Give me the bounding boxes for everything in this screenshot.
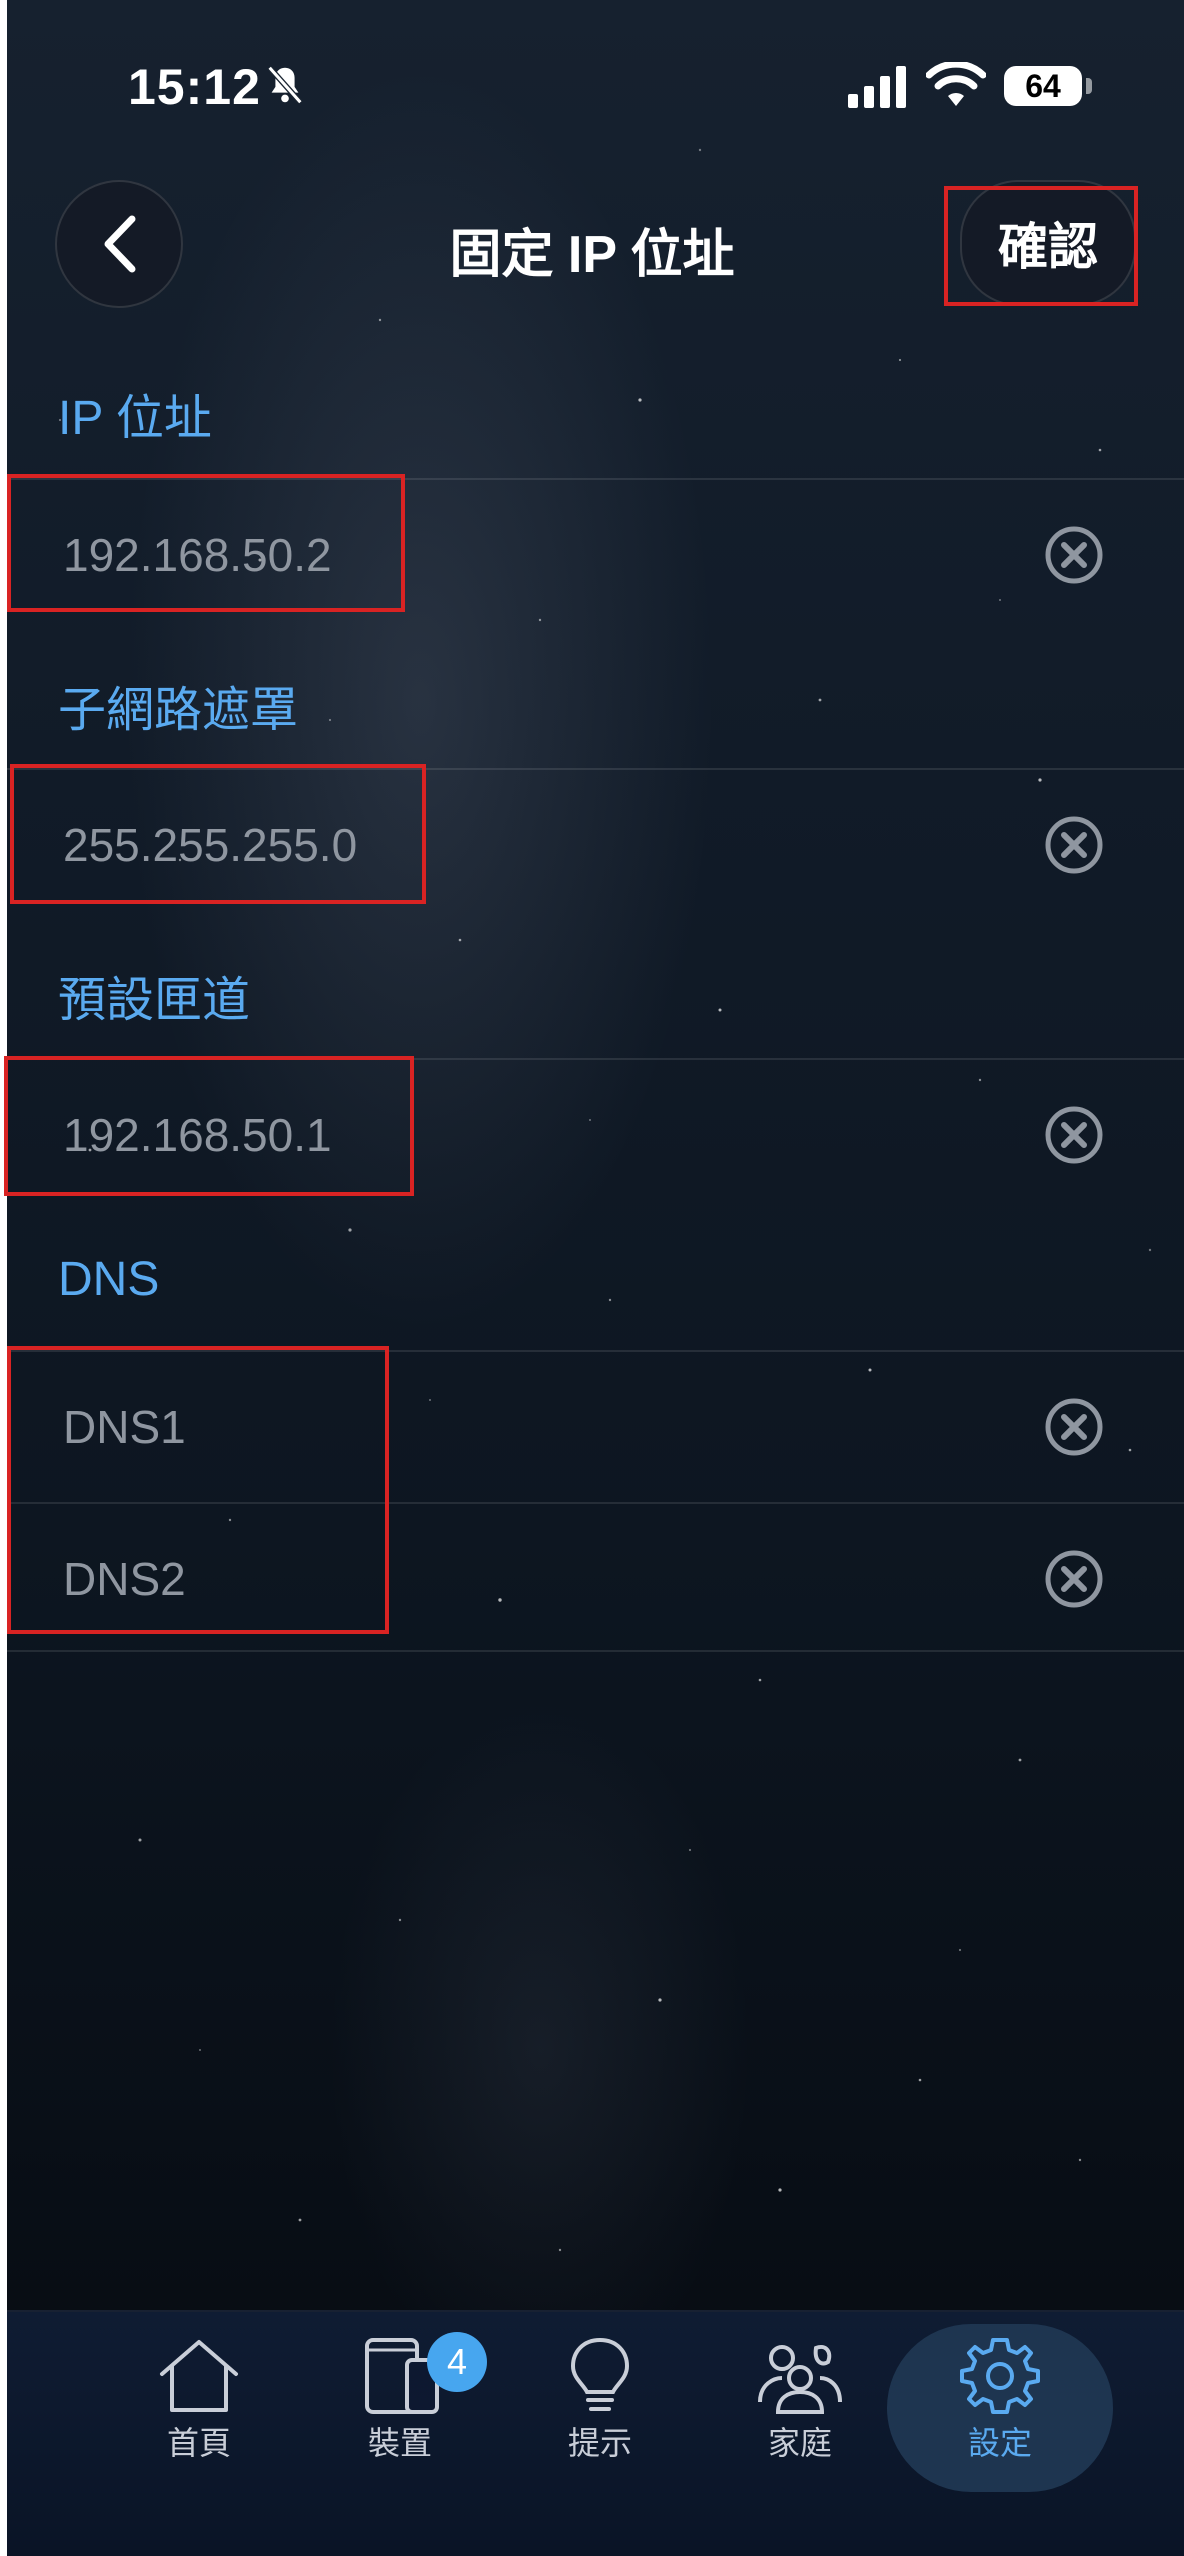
- dns1-input[interactable]: [63, 1392, 963, 1462]
- bottom-tab-bar: 首頁 裝置 提示 家庭 設定 4: [7, 2310, 1184, 2556]
- bell-muted-icon: [267, 65, 303, 105]
- family-icon: [758, 2345, 842, 2414]
- tab-home[interactable]: 首頁: [124, 2336, 274, 2486]
- dns2-input[interactable]: [63, 1544, 963, 1614]
- tab-tips-label: 提示: [567, 2425, 632, 2461]
- tab-family[interactable]: 家庭: [725, 2336, 875, 2486]
- status-time: 15:12: [128, 59, 261, 115]
- status-bar: 15:12 64: [0, 0, 1184, 170]
- confirm-button[interactable]: 確認: [960, 180, 1136, 306]
- tab-home-label: 首頁: [166, 2425, 231, 2461]
- default-gateway-input[interactable]: [63, 1100, 963, 1170]
- dns1-row: [7, 1350, 1184, 1500]
- tab-tips[interactable]: 提示: [525, 2336, 675, 2486]
- home-icon: [160, 2340, 238, 2412]
- tab-family-label: 家庭: [767, 2425, 832, 2461]
- subnet-mask-input[interactable]: [63, 810, 963, 880]
- ip-address-row: [7, 478, 1184, 628]
- dns-label: DNS: [58, 1253, 160, 1306]
- ip-address-label: IP 位址: [58, 392, 212, 445]
- clear-subnet-mask-button[interactable]: [1043, 814, 1105, 876]
- tab-settings[interactable]: 設定: [925, 2336, 1075, 2486]
- tab-settings-label: 設定: [967, 2425, 1032, 2461]
- clear-dns2-button[interactable]: [1043, 1548, 1105, 1610]
- default-gateway-label: 預設匣道: [58, 974, 251, 1027]
- ip-address-input[interactable]: [63, 520, 963, 590]
- gear-icon: [960, 2338, 1040, 2414]
- dns2-row: [7, 1502, 1184, 1652]
- cellular-signal-icon: [848, 66, 906, 108]
- clear-dns1-button[interactable]: [1043, 1396, 1105, 1458]
- default-gateway-row: [7, 1058, 1184, 1208]
- wifi-icon: [926, 62, 986, 106]
- tab-devices-label: 裝置: [367, 2425, 432, 2461]
- battery-indicator: 64: [1004, 66, 1082, 106]
- subnet-mask-label: 子網路遮罩: [58, 684, 299, 737]
- clear-default-gateway-button[interactable]: [1043, 1104, 1105, 1166]
- subnet-mask-row: [7, 768, 1184, 918]
- left-edge-strip: [0, 0, 7, 2556]
- devices-badge: 4: [427, 2332, 487, 2392]
- clear-ip-address-button[interactable]: [1043, 524, 1105, 586]
- lightbulb-icon: [570, 2337, 630, 2411]
- battery-cap: [1086, 78, 1092, 94]
